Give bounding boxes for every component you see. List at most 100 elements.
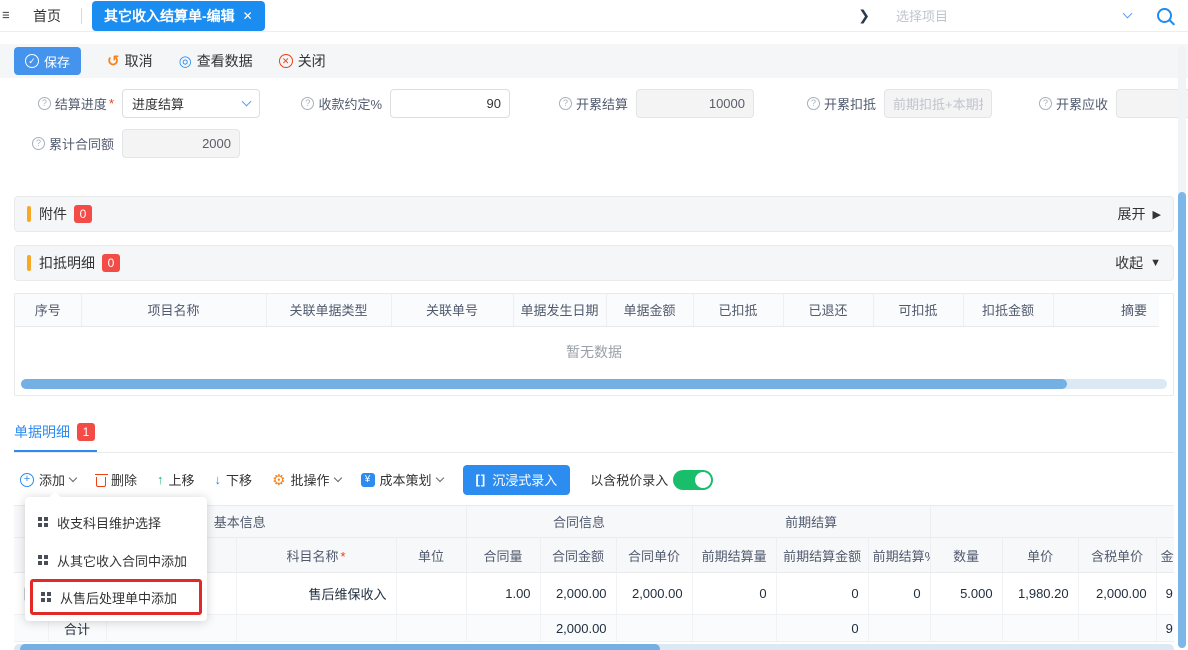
immersive-entry-button[interactable]: [] 沉浸式录入 <box>463 465 571 495</box>
scrollbar-thumb[interactable] <box>1178 192 1186 648</box>
save-button[interactable]: ✓ 保存 <box>14 47 81 75</box>
help-icon: ? <box>38 97 51 110</box>
prev-amount-cell[interactable]: 0 <box>776 573 868 615</box>
cur-price-cell[interactable]: 1,980.20 <box>1002 573 1078 615</box>
gear-icon: ⚙ <box>272 471 285 489</box>
column-header: 可扣抵 <box>873 294 963 326</box>
scrollbar-thumb[interactable] <box>20 644 660 650</box>
menu-item-label: 从其它收入合同中添加 <box>57 551 187 570</box>
group-contract-info: 合同信息 <box>466 506 692 538</box>
grid-icon <box>38 517 42 521</box>
expand-label: 展开 <box>1118 204 1146 224</box>
payment-pct-input[interactable]: 90 <box>390 89 510 118</box>
help-icon: ? <box>32 137 45 150</box>
chevron-down-icon <box>69 474 77 482</box>
tab-separator <box>81 8 82 24</box>
collapse-down-icon: ▼ <box>1150 257 1161 269</box>
chevron-down-icon <box>1123 9 1133 19</box>
move-up-label: 上移 <box>169 470 195 489</box>
project-select[interactable]: 选择项目 <box>886 2 1141 30</box>
cost-plan-button[interactable]: ¥ 成本策划 <box>361 470 443 489</box>
batch-label: 批操作 <box>291 470 330 489</box>
search-icon[interactable] <box>1157 8 1172 23</box>
column-header: 单据发生日期 <box>513 294 606 326</box>
prev-qty-cell[interactable]: 0 <box>692 573 776 615</box>
grid-icon <box>38 555 42 559</box>
column-header: 含税单价 <box>1078 538 1156 573</box>
tax-entry-label: 以含税价录入 <box>590 470 668 489</box>
price-cell[interactable]: 2,000.00 <box>616 573 692 615</box>
column-header: 已扣抵 <box>693 294 783 326</box>
settle-progress-value: 进度结算 <box>132 94 184 113</box>
immersive-label: 沉浸式录入 <box>492 470 557 489</box>
detail-tab-bar: 单据明细 1 <box>14 422 1174 453</box>
grid-icon <box>41 592 45 596</box>
menu-item-from-aftersales[interactable]: 从售后处理单中添加 <box>30 579 202 615</box>
unit-cell[interactable] <box>396 573 466 615</box>
detail-tab-label: 单据明细 <box>14 422 70 442</box>
tab-active[interactable]: 其它收入结算单-编辑 ✕ <box>92 1 265 31</box>
cancel-label: 取消 <box>125 51 153 71</box>
close-label: 关闭 <box>298 51 326 71</box>
settle-progress-select[interactable]: 进度结算 <box>122 89 260 118</box>
detail-hscrollbar <box>14 644 1174 650</box>
cur-qty-cell[interactable]: 5.000 <box>930 573 1002 615</box>
deduction-table: 序号 项目名称 关联单据类型 关联单号 单据发生日期 单据金额 已扣抵 已退还 … <box>14 293 1174 396</box>
menu-icon[interactable]: ≡ <box>2 7 9 24</box>
menu-item-label: 从售后处理单中添加 <box>60 588 177 607</box>
move-up-button[interactable]: ↑ 上移 <box>157 470 195 489</box>
column-header: 单据金额 <box>606 294 693 326</box>
settle-progress-label: 结算进度 <box>55 94 107 113</box>
move-down-button[interactable]: ↓ 下移 <box>215 470 253 489</box>
scrollbar-thumb[interactable] <box>21 379 1067 389</box>
prev-pct-cell[interactable]: 0 <box>868 573 930 615</box>
tab-detail[interactable]: 单据明细 1 <box>14 422 97 452</box>
menu-item-from-income-contract[interactable]: 从其它收入合同中添加 <box>25 541 207 579</box>
deduction-hscrollbar <box>21 379 1167 389</box>
payment-pct-label: 收款约定% <box>318 94 382 113</box>
view-data-button[interactable]: ◎ 查看数据 <box>179 51 253 71</box>
tab-close-icon[interactable]: ✕ <box>243 9 253 23</box>
delete-button[interactable]: 删除 <box>96 470 137 489</box>
tax-entry-toggle[interactable] <box>673 470 713 490</box>
column-header: 摘要 <box>1053 294 1159 326</box>
subject-cell[interactable]: 售后维保收入 <box>236 573 396 615</box>
column-header: 前期结算量 <box>692 538 776 573</box>
project-select-placeholder: 选择项目 <box>896 6 948 25</box>
action-toolbar: ✓ 保存 ↺ 取消 ◎ 查看数据 ✕ 关闭 <box>0 44 1188 78</box>
group-current <box>930 506 1174 538</box>
column-header: 关联单据类型 <box>266 294 391 326</box>
attachments-count-badge: 0 <box>74 205 92 223</box>
chevron-right-icon[interactable]: ❯ <box>858 7 870 24</box>
required-mark: * <box>340 549 345 564</box>
field-accum-settle: ? 开累结算 10000 <box>552 89 754 118</box>
attachments-expand-button[interactable]: 展开 ▶ <box>1118 204 1161 224</box>
deduction-collapse-button[interactable]: 收起 ▼ <box>1115 253 1161 273</box>
cancel-button[interactable]: ↺ 取消 <box>107 51 153 71</box>
close-circle-icon: ✕ <box>279 54 293 68</box>
accum-contract-label: 累计合同额 <box>49 134 114 153</box>
tab-home[interactable]: 首页 <box>19 6 75 26</box>
menu-item-subject-select[interactable]: 收支科目维护选择 <box>25 503 207 541</box>
payment-pct-value: 90 <box>487 96 501 111</box>
column-header: 科目名称* <box>236 538 396 573</box>
tax-entry-switch-group: 以含税价录入 <box>590 470 713 490</box>
chevron-down-icon <box>242 96 252 106</box>
column-header: 金额 <box>1156 538 1174 573</box>
trash-icon <box>96 477 106 487</box>
tab-bar: ≡ 首页 其它收入结算单-编辑 ✕ ❯ 选择项目 <box>0 0 1188 32</box>
close-button[interactable]: ✕ 关闭 <box>279 51 326 71</box>
help-icon: ? <box>807 97 820 110</box>
batch-operation-button[interactable]: ⚙ 批操作 <box>272 470 340 489</box>
deduction-count-badge: 0 <box>102 254 120 272</box>
accum-deduct-placeholder: 前期扣抵+本期扣抵 <box>893 94 983 113</box>
page: ≡ 首页 其它收入结算单-编辑 ✕ ❯ 选择项目 ✓ 保存 ↺ 取消 ◎ 查看数… <box>0 0 1188 650</box>
qty-cell[interactable]: 1.00 <box>466 573 540 615</box>
cur-amount-cell[interactable]: 9,9 <box>1156 573 1174 615</box>
amount-cell[interactable]: 2,000.00 <box>540 573 616 615</box>
cur-tax-price-cell[interactable]: 2,000.00 <box>1078 573 1156 615</box>
attachments-section-header: 附件 0 展开 ▶ <box>14 196 1174 232</box>
add-button[interactable]: + 添加 <box>20 470 76 489</box>
brackets-icon: [] <box>476 472 487 487</box>
field-settle-progress: ? 结算进度 * 进度结算 <box>20 89 260 118</box>
